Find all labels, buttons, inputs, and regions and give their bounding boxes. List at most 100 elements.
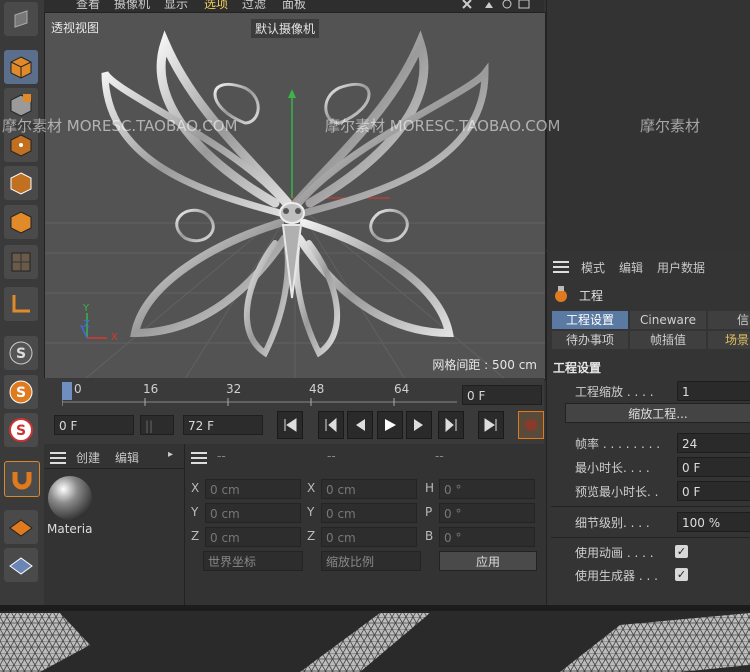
tab-scene[interactable]: 场景 (708, 331, 750, 349)
axis-y-label: Y (83, 303, 90, 314)
snap-settings-icon[interactable]: S (4, 413, 38, 447)
use-animation-checkbox[interactable]: ✓ (675, 545, 688, 558)
cube-object-icon[interactable] (4, 50, 38, 84)
menu-filter[interactable]: 过滤 (242, 0, 266, 12)
project-scale-field[interactable]: 1 (677, 381, 750, 401)
menu-user-data[interactable]: 用户数据 (657, 259, 705, 276)
expand-arrow-icon[interactable]: ▸ (168, 449, 173, 460)
divider (551, 506, 750, 507)
menu-options[interactable]: 选项 (204, 0, 228, 12)
size-z-field[interactable]: 0 cm (321, 527, 417, 547)
coord-label: Y (191, 505, 199, 519)
axis-x-label: X (111, 332, 118, 343)
goto-start-icon[interactable] (277, 411, 303, 439)
apply-button[interactable]: 应用 (439, 551, 537, 571)
left-toolbar: S S S (0, 0, 45, 605)
polygons-mode-icon[interactable] (4, 205, 38, 239)
viewport-nav-icons[interactable] (459, 0, 539, 12)
goto-end-icon[interactable] (478, 411, 504, 439)
play-icon[interactable] (377, 411, 403, 439)
size-y-field[interactable]: 0 cm (321, 503, 417, 523)
wireframe-preview (0, 605, 750, 672)
next-frame-icon[interactable] (406, 411, 432, 439)
menu-cameras[interactable]: 摄像机 (114, 0, 150, 12)
min-time-field[interactable]: 0 F (677, 457, 750, 477)
menu-edit[interactable]: 编辑 (115, 449, 139, 466)
texture-mode-icon[interactable] (4, 245, 38, 279)
fps-field[interactable]: 24 (677, 433, 750, 453)
position-x-field[interactable]: 0 cm (205, 479, 301, 499)
viewport-menu-bar: 查看 摄像机 显示 选项 过滤 面板 (44, 0, 544, 12)
coord-label: Y (307, 505, 315, 519)
scale-project-button[interactable]: 缩放工程... (565, 403, 750, 423)
tab-project-settings[interactable]: 工程设置 (552, 311, 628, 329)
timeline-ruler (62, 398, 457, 406)
coord-label: B (425, 529, 434, 543)
end-frame-field[interactable]: 72 F (183, 415, 263, 435)
coord-label: H (425, 481, 435, 495)
timeline-tick: 0 (74, 382, 82, 396)
scale-dropdown[interactable]: 缩放比例 (321, 551, 421, 571)
start-frame-field[interactable]: 0 F (54, 415, 134, 435)
prev-frame-icon[interactable] (347, 411, 373, 439)
tab-todo[interactable]: 待办事项 (552, 331, 628, 349)
record-icon[interactable] (518, 411, 544, 439)
undo-icon[interactable] (4, 2, 38, 36)
svg-text:S: S (16, 346, 26, 362)
timeline-tick: 32 (226, 382, 242, 396)
material-swatch[interactable] (46, 474, 94, 522)
menu-panel[interactable]: 面板 (282, 0, 306, 12)
project-icon (555, 286, 567, 302)
tab-cineware[interactable]: Cineware (630, 311, 706, 329)
hamburger-icon[interactable] (553, 261, 569, 273)
viewport-scene (45, 13, 545, 379)
material-name[interactable]: Materia (47, 522, 92, 536)
magnet-icon[interactable] (4, 461, 40, 497)
perspective-viewport[interactable]: 透视视图 默认摄像机 Y X Z 网格间距 : 500 cm (44, 12, 546, 380)
watermark: 摩尔素材 MORESC.TAOBAO.COM (2, 117, 238, 135)
panel-title: 工程 (579, 289, 604, 303)
menu-create[interactable]: 创建 (76, 449, 100, 466)
tab-key-interpolation[interactable]: 帧插值 (630, 331, 706, 349)
svg-text:S: S (16, 385, 26, 401)
tab-info[interactable]: 信 (708, 311, 750, 329)
axis-z-label: Z (83, 319, 90, 330)
grid-icon[interactable] (4, 548, 38, 582)
prev-key-icon[interactable] (318, 411, 344, 439)
menu-mode[interactable]: 模式 (581, 259, 605, 276)
size-x-field[interactable]: 0 cm (321, 479, 417, 499)
hamburger-icon[interactable] (50, 452, 66, 464)
playhead[interactable] (62, 382, 72, 400)
prop-scale-label: 工程缩放 . . . . (575, 385, 654, 399)
world-coords-dropdown[interactable]: 世界坐标 (203, 551, 303, 571)
divider (44, 468, 184, 469)
current-frame-field[interactable]: 0 F (462, 385, 542, 405)
divider (551, 537, 750, 538)
next-key-icon[interactable] (438, 411, 464, 439)
rotation-p-field[interactable]: 0 ° (439, 503, 535, 523)
position-z-field[interactable]: 0 cm (205, 527, 301, 547)
use-generators-checkbox[interactable]: ✓ (675, 568, 688, 581)
rotation-h-field[interactable]: 0 ° (439, 479, 535, 499)
grid-spacing-label: 网格间距 : 500 cm (432, 358, 537, 372)
menu-edit[interactable]: 编辑 (619, 259, 643, 276)
snap-enabled-icon[interactable]: S (4, 375, 38, 409)
timeline-tick: 64 (394, 382, 410, 396)
coord-header-size: -- (327, 449, 336, 463)
timeline-tick: 16 (143, 382, 159, 396)
prop-lod-label: 细节级别. . . . (575, 516, 650, 530)
menu-view[interactable]: 查看 (76, 0, 100, 12)
prop-min-time-label: 最小时长. . . . (575, 461, 650, 475)
preview-min-time-field[interactable]: 0 F (677, 481, 750, 501)
workplane-icon[interactable] (4, 510, 38, 544)
snap-icon[interactable]: S (4, 336, 38, 370)
edges-mode-icon[interactable] (4, 166, 38, 200)
lod-field[interactable]: 100 % (677, 512, 750, 532)
menu-display[interactable]: 显示 (164, 0, 188, 12)
range-slider[interactable]: || (140, 415, 174, 435)
axis-mode-icon[interactable] (4, 287, 38, 321)
position-y-field[interactable]: 0 cm (205, 503, 301, 523)
camera-label[interactable]: 默认摄像机 (251, 19, 320, 38)
hamburger-icon[interactable] (191, 452, 207, 464)
rotation-b-field[interactable]: 0 ° (439, 527, 535, 547)
